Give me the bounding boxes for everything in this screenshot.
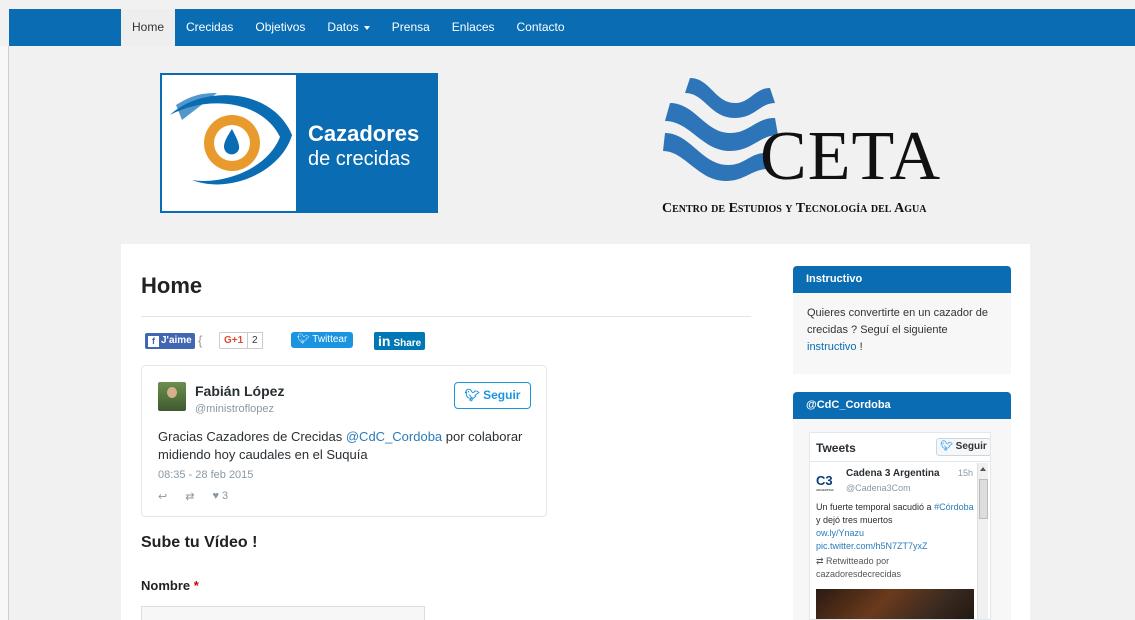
follow-button[interactable]: 🐦︎ Seguir [454, 382, 531, 409]
hashtag-link[interactable]: #Córdoba [934, 502, 974, 512]
twitter-bird-icon: 🐦︎ [464, 388, 484, 402]
cazadores-logo-line1: Cazadores [308, 121, 420, 146]
nav-item-datos-label: Datos [327, 20, 359, 34]
reply-icon[interactable]: ↩ [158, 490, 167, 503]
timeline-text-1: Un fuerte temporal sacudió a [816, 502, 935, 512]
top-navbar: Home Crecidas Objetivos Datos Prensa Enl… [9, 9, 1135, 46]
retweet-icon[interactable]: ⇄ [185, 490, 194, 503]
ceta-wordmark: CETA [760, 118, 942, 195]
retweet-line-2[interactable]: cazadoresdecrecidas [816, 569, 901, 579]
linkedin-share-button[interactable]: in Share [374, 332, 426, 350]
instructivo-link[interactable]: instructivo [807, 341, 857, 353]
twitter-bird-icon: 🐦︎ [297, 334, 313, 345]
cadena3-avatar-subtext: ARGENTINA [816, 488, 834, 492]
nav-item-crecidas[interactable]: Crecidas [175, 9, 244, 46]
tweet-button[interactable]: 🐦︎ Twittear [291, 332, 354, 348]
nombre-label-text: Nombre [141, 578, 191, 593]
tweet-actions: ↩ ⇄ ♥ 3 [158, 490, 228, 503]
page-title: Home [141, 273, 203, 298]
twitter-bird-icon: 🐦︎ [940, 441, 956, 452]
timeline-header: Tweets [816, 441, 856, 455]
facebook-icon: f [148, 336, 159, 347]
avatar[interactable] [158, 382, 186, 411]
linkedin-icon: in [378, 333, 391, 349]
nombre-label: Nombre * [141, 578, 199, 593]
timeline-tweet-author[interactable]: Cadena 3 Argentina [846, 468, 940, 479]
ceta-subtitle: Centro de Estudios y Tecnología del Agua [662, 201, 927, 216]
tweet-text-before: Gracias Cazadores de Crecidas [158, 429, 346, 444]
timeline-follow-button[interactable]: 🐦︎ Seguir [936, 438, 990, 456]
tweet-photo[interactable] [816, 589, 974, 619]
retweet-line-1: Retwitteado por [826, 556, 890, 566]
facebook-like-label: J'aime [161, 335, 192, 346]
twitter-timeline: Tweets 🐦︎ Seguir C3 ARGENTINA Cadena 3 Ar… [809, 432, 991, 620]
google-plus-count: 2 [247, 332, 263, 349]
like-count: 3 [222, 490, 229, 502]
nav-item-objetivos[interactable]: Objetivos [244, 9, 316, 46]
twitter-widget-title: @CdC_Cordoba [793, 392, 1011, 419]
embedded-tweet: Fabián López @ministroflopez 🐦︎ Seguir G… [141, 365, 547, 517]
timeline-tweet-text: Un fuerte temporal sacudió a #Córdoba y … [816, 501, 976, 553]
tweet-author-handle[interactable]: @ministroflopez [195, 403, 274, 415]
timeline-divider [810, 461, 990, 462]
cadena3-avatar[interactable]: C3 ARGENTINA [816, 473, 840, 492]
ceta-logo[interactable]: CETA Centro de Estudios y Tecnología del… [660, 73, 1000, 223]
scroll-up-icon[interactable] [980, 467, 986, 471]
retweeted-by: ⇄ Retwitteado por cazadoresdecrecidas [816, 555, 901, 581]
upload-video-heading: Sube tu Vídeo ! [141, 534, 258, 551]
caret-down-icon [363, 25, 370, 30]
title-divider [141, 316, 751, 317]
cazadores-logo-line2: de crecidas [308, 148, 411, 170]
instructivo-widget: Instructivo Quieres convertirte en un ca… [793, 266, 1011, 374]
facebook-like-button[interactable]: f J'aime [145, 333, 195, 349]
instructivo-text-before: Quieres convertirte en un cazador de cre… [807, 307, 988, 336]
tweet-author-name[interactable]: Fabián López [195, 383, 284, 399]
instructivo-widget-title: Instructivo [793, 266, 1011, 293]
nav-item-prensa[interactable]: Prensa [381, 9, 441, 46]
tweet-date[interactable]: 08:35 - 28 feb 2015 [158, 469, 253, 481]
timeline-tweet-time[interactable]: 15h [958, 468, 973, 478]
google-plus-button[interactable]: G+1 [219, 332, 249, 349]
instructivo-widget-body: Quieres convertirte en un cazador de cre… [793, 293, 1011, 356]
tweet-link-2[interactable]: pic.twitter.com/h5N7ZT7yxZ [816, 541, 928, 551]
page-left-edge [0, 46, 9, 620]
cazadores-emblem [162, 75, 296, 211]
scrollbar-thumb[interactable] [979, 479, 988, 519]
like-button[interactable]: ♥ 3 [212, 490, 228, 503]
timeline-tweet-handle[interactable]: @Cadena3Com [846, 483, 911, 493]
tweet-text: Gracias Cazadores de Crecidas @CdC_Cordo… [158, 428, 538, 464]
timeline-follow-label: Seguir [955, 441, 987, 452]
timeline-scrollbar[interactable] [977, 463, 988, 619]
follow-button-label: Seguir [483, 388, 521, 402]
cazadores-logo[interactable]: Cazadores de crecidas [160, 73, 438, 213]
nav-item-datos[interactable]: Datos [316, 9, 380, 46]
cadena3-avatar-text: C3 [816, 473, 833, 488]
linkedin-share-label: Share [393, 338, 422, 349]
nav-item-home[interactable]: Home [121, 9, 176, 46]
nav-item-enlaces[interactable]: Enlaces [441, 9, 506, 46]
twitter-widget: @CdC_Cordoba Tweets 🐦︎ Seguir C3 ARGENTIN… [793, 392, 1011, 620]
eye-drop-icon [170, 93, 292, 185]
tweet-mention-link[interactable]: @CdC_Cordoba [346, 429, 442, 444]
nav-menu: Home Crecidas Objetivos Datos Prensa Enl… [121, 9, 576, 46]
tweet-button-label: Twittear [312, 334, 348, 345]
heart-icon: ♥ [212, 490, 219, 502]
tweet-link-1[interactable]: ow.ly/Ynazu [816, 528, 864, 538]
nombre-input[interactable] [141, 606, 425, 620]
required-mark: * [193, 578, 199, 593]
retweet-icon: ⇄ [816, 556, 827, 566]
timeline-text-2: y dejó tres muertos [816, 515, 893, 525]
nav-item-contacto[interactable]: Contacto [506, 9, 576, 46]
facebook-count-bubble: { [198, 333, 203, 348]
instructivo-text-after: ! [856, 341, 863, 353]
